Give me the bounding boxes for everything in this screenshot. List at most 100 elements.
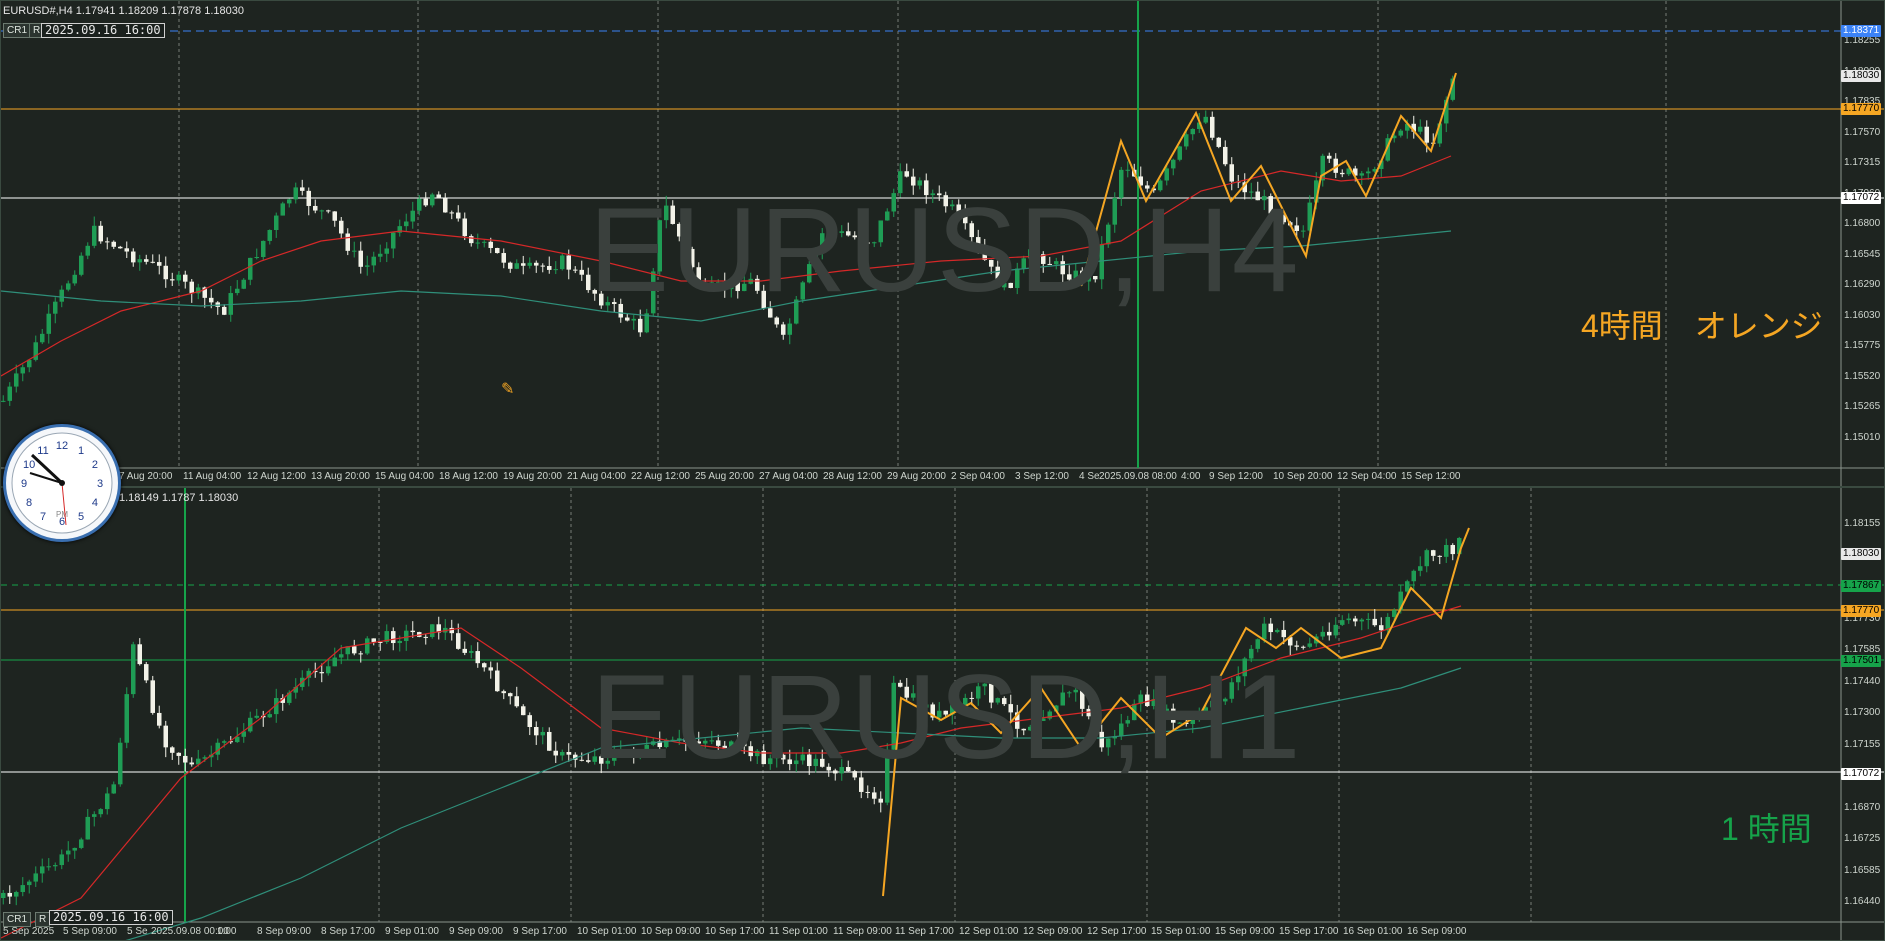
h1-chart-pane[interactable]: 1.18149 1.1787 1.18030 CR1 R 2025.09.16 … (0, 487, 1885, 941)
candle-body (365, 638, 370, 654)
candle-body (254, 257, 259, 259)
candle-body (7, 386, 12, 401)
axis-label: 15 Aug 04:00 (375, 471, 434, 482)
candle-body (547, 731, 552, 751)
axis-label: 4:00 (1181, 471, 1201, 482)
candle-body (365, 265, 370, 267)
candle-body (59, 289, 64, 302)
candle-body (1340, 172, 1345, 175)
axis-label: 1.16545 (1844, 248, 1881, 260)
candle-body (33, 873, 38, 882)
candle-body (475, 242, 480, 244)
candle-body (14, 892, 19, 897)
candle-body (391, 232, 396, 249)
candle-body (352, 250, 357, 252)
r-button[interactable]: R (35, 912, 51, 927)
candle-body (53, 865, 58, 867)
candle-body (417, 198, 422, 211)
candle-body (59, 854, 64, 866)
candle-body (501, 691, 506, 694)
candle-body (98, 225, 103, 242)
axis-label: 8 Sep 09:00 (257, 926, 311, 937)
candle-body (92, 225, 97, 246)
candle-body (157, 262, 162, 266)
candle-body (183, 274, 188, 282)
axis-label: 13 Aug 20:00 (311, 471, 370, 482)
candle-body (124, 248, 129, 252)
h4-chart-pane[interactable]: EURUSD#,H4 1.17941 1.18209 1.17878 1.180… (0, 0, 1885, 487)
axis-label: 12 Sep 17:00 (1087, 926, 1147, 937)
axis-label: 1.16440 (1844, 896, 1881, 907)
timeframe-annotation: 1 時間 (1721, 811, 1812, 847)
candle-body (137, 259, 142, 263)
candle-body (267, 714, 272, 718)
candle-body (7, 892, 12, 897)
candle-body (872, 792, 877, 799)
symbol-watermark: EURUSD,H4 (589, 183, 1301, 317)
candle-body (53, 301, 58, 314)
clock-numeral: 2 (92, 459, 98, 471)
candle-body (560, 752, 565, 756)
candle-body (261, 240, 266, 258)
axis-label: 19 Aug 20:00 (503, 471, 562, 482)
candle-body (462, 648, 467, 653)
candle-body (254, 715, 259, 718)
candle-body (79, 255, 84, 275)
candle-body (1203, 116, 1208, 123)
candle-body (222, 741, 227, 743)
candle-body (397, 640, 402, 644)
candle-body (352, 646, 357, 654)
h1-chart-title: 1.18149 1.1787 1.18030 (119, 492, 239, 504)
candle-body (157, 712, 162, 726)
candle-body (469, 236, 474, 244)
candle-body (469, 651, 474, 653)
h4-chart-title: EURUSD#,H4 1.17941 1.18209 1.17878 1.180… (3, 5, 244, 17)
candle-body (540, 265, 545, 267)
cursor-date-box: 2025.09.16 16:00 (41, 23, 165, 38)
axis-label: 1.17440 (1844, 675, 1881, 687)
clock-numeral: 10 (23, 459, 35, 471)
candle-body (1405, 581, 1410, 592)
cr1-button[interactable]: CR1 (3, 912, 32, 927)
axis-label: 1.16800 (1844, 218, 1881, 229)
axis-label: 12 Sep 09:00 (1023, 926, 1083, 937)
candle-body (488, 241, 493, 249)
axis-label: 1.16030 (1844, 309, 1881, 321)
axis-label: 1.15775 (1844, 340, 1881, 351)
clock-ampm: PM (56, 510, 68, 519)
candle-body (40, 866, 45, 874)
candle-body (72, 847, 77, 851)
axis-label: 2025.09.08 08:00 (1099, 471, 1177, 482)
candle-body (66, 850, 71, 855)
candle-body (306, 190, 311, 206)
axis-label: 9 Sep 01:00 (385, 926, 439, 937)
clock-numeral: 11 (37, 445, 48, 457)
crosshair-pencil-icon: ✎ (501, 381, 515, 398)
candle-body (79, 839, 84, 848)
cr1-button[interactable]: CR1 (3, 23, 32, 38)
candle-body (319, 672, 324, 674)
candle-body (150, 680, 155, 713)
candle-body (534, 262, 539, 266)
candle-body (436, 194, 441, 199)
axis-label: 5 Sep 2025 (3, 926, 55, 937)
candle-body (1301, 230, 1306, 232)
candle-body (475, 651, 480, 664)
axis-label: 11 Sep 17:00 (895, 926, 954, 937)
candle-body (339, 220, 344, 234)
candle-body (189, 762, 194, 765)
candle-body (1294, 645, 1299, 647)
candle-body (1229, 164, 1234, 182)
candle-body (1210, 116, 1215, 138)
candle-body (560, 255, 565, 270)
clock-face: 12 1234567891011PM (11, 432, 113, 534)
axis-label: 28 Aug 12:00 (823, 471, 882, 482)
axis-label: 1.16870 (1844, 801, 1881, 813)
candle-body (1418, 126, 1423, 132)
candle-body (1, 892, 6, 898)
candle-body (14, 373, 19, 387)
candle-body (384, 248, 389, 254)
candle-body (527, 262, 532, 266)
blue-dash-price-tag: 1.18371 (1841, 25, 1882, 37)
candle-body (579, 759, 584, 761)
